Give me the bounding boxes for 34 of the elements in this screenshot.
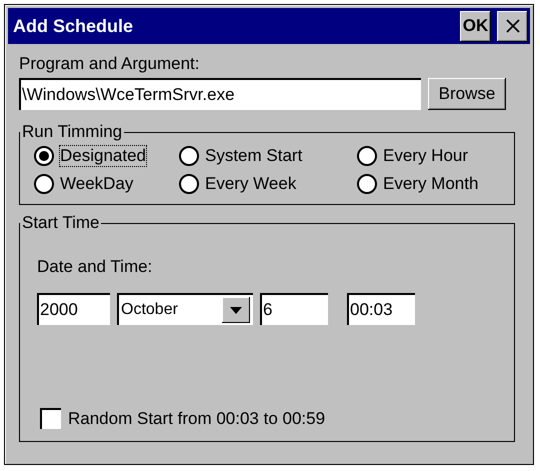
radio-option[interactable]: System Start [179, 146, 357, 166]
window-title: Add Schedule [13, 16, 134, 36]
group-title: Start Time [21, 213, 100, 233]
month-dropdown[interactable]: October [117, 293, 253, 325]
ok-button[interactable]: OK [460, 10, 491, 42]
radio-button[interactable] [179, 174, 199, 194]
close-button[interactable] [497, 10, 528, 42]
radio-option[interactable]: Designated [34, 146, 179, 166]
radio-button[interactable] [357, 174, 377, 194]
radio-button[interactable] [357, 146, 377, 166]
radio-label: Every Month [383, 174, 478, 194]
radio-label: Every Week [205, 174, 296, 194]
radio-button[interactable] [34, 146, 54, 166]
radio-option[interactable]: Every Week [179, 174, 357, 194]
time-field[interactable]: 00:03 [347, 293, 415, 325]
radio-label: Every Hour [383, 146, 468, 166]
program-field[interactable]: \Windows\WceTermSrvr.exe [19, 78, 421, 110]
browse-button[interactable]: Browse [428, 78, 506, 110]
close-icon[interactable] [504, 18, 520, 34]
radio-label: WeekDay [60, 174, 134, 194]
radio-option[interactable]: Every Hour [357, 146, 500, 166]
radio-label: Designated [60, 146, 146, 166]
year-field[interactable]: 2000 [37, 293, 110, 325]
random-start-checkbox[interactable] [40, 408, 61, 429]
radio-button[interactable] [34, 174, 54, 194]
radio-button[interactable] [179, 146, 199, 166]
day-field[interactable]: 6 [260, 293, 328, 325]
group-title: Run Timming [21, 122, 124, 142]
radio-label: System Start [205, 146, 302, 166]
program-label: Program and Argument: [19, 54, 200, 74]
radio-option[interactable]: Every Month [357, 174, 500, 194]
random-start-label: Random Start from 00:03 to 00:59 [68, 408, 326, 428]
radio-option[interactable]: WeekDay [34, 174, 179, 194]
date-time-label: Date and Time: [37, 257, 154, 277]
